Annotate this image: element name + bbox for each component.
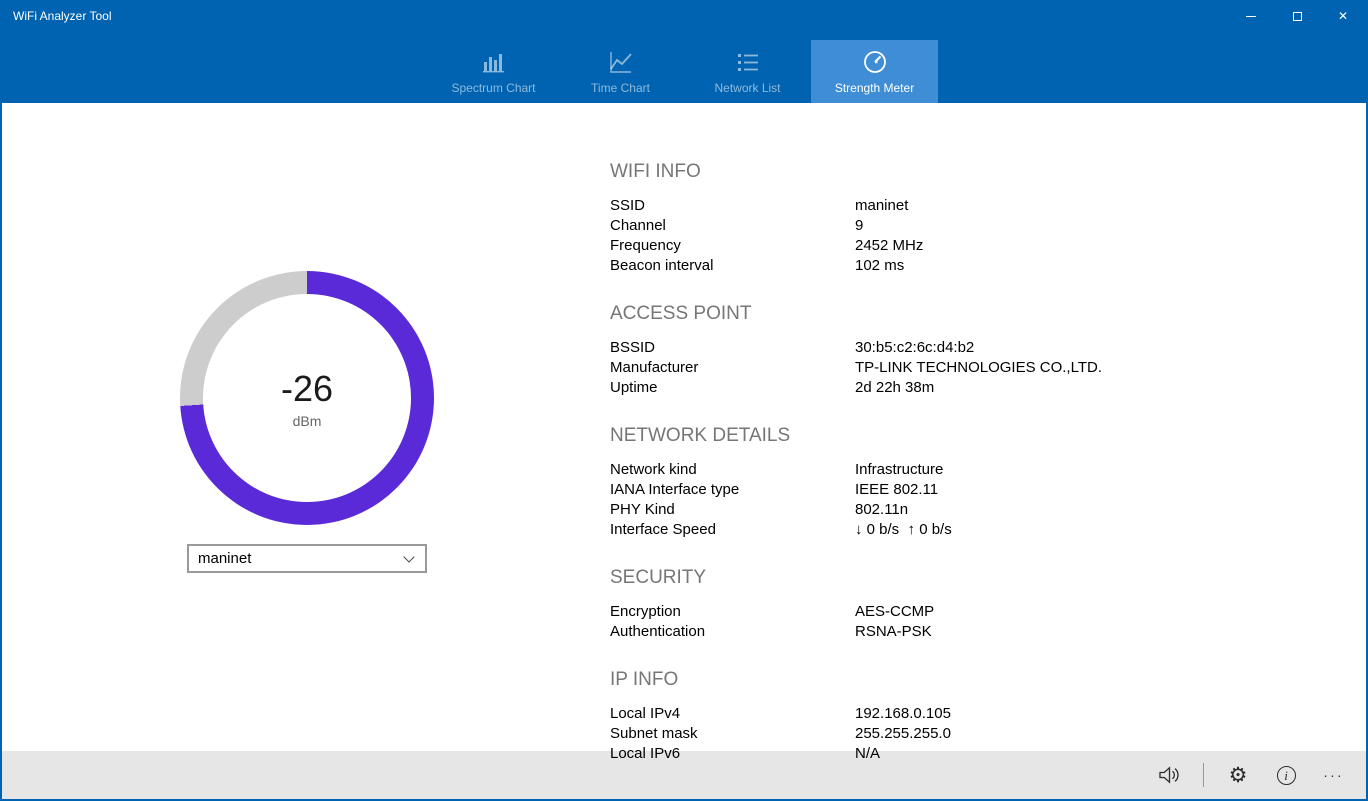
signal-strength-value: -26 (281, 368, 333, 410)
info-value: ↓ 0 b/s ↑ 0 b/s (855, 520, 1210, 540)
info-label: Frequency (610, 236, 855, 256)
info-label: IANA Interface type (610, 480, 855, 500)
info-label: Encryption (610, 602, 855, 622)
tab-label: Time Chart (591, 81, 650, 95)
maximize-button[interactable] (1274, 0, 1320, 32)
info-label: Beacon interval (610, 256, 855, 276)
info-value: 802.11n (855, 500, 1210, 520)
settings-button[interactable]: ⚙ (1214, 751, 1262, 799)
info-button[interactable]: i (1262, 751, 1310, 799)
title-bar: WiFi Analyzer Tool ✕ (2, 0, 1366, 32)
info-value: TP-LINK TECHNOLOGIES CO.,LTD. (855, 358, 1210, 378)
section-title: ACCESS POINT (610, 303, 1210, 325)
tab-label: Strength Meter (835, 81, 914, 95)
more-icon: ... (1324, 765, 1345, 779)
info-label: Local IPv6 (610, 744, 855, 764)
signal-gauge-ring: -26 dBm (180, 271, 434, 525)
info-row: Local IPv6N/A (610, 744, 1210, 764)
info-row: BSSID30:b5:c2:6c:d4:b2 (610, 338, 1210, 358)
close-button[interactable]: ✕ (1320, 0, 1366, 32)
info-row: Network kindInfrastructure (610, 460, 1210, 480)
info-row: Channel9 (610, 216, 1210, 236)
info-label: Subnet mask (610, 724, 855, 744)
minimize-icon (1246, 16, 1256, 17)
info-row: IANA Interface typeIEEE 802.11 (610, 480, 1210, 500)
info-row: ManufacturerTP-LINK TECHNOLOGIES CO.,LTD… (610, 358, 1210, 378)
info-label: SSID (610, 196, 855, 216)
info-value: maninet (855, 196, 1210, 216)
list-icon (735, 49, 761, 75)
section-title: IP INFO (610, 669, 1210, 691)
info-label: Authentication (610, 622, 855, 642)
section-title: NETWORK DETAILS (610, 425, 1210, 447)
tab-strength-meter[interactable]: Strength Meter (811, 40, 938, 103)
info-value: 102 ms (855, 256, 1210, 276)
maximize-icon (1293, 12, 1302, 21)
section-title: SECURITY (610, 567, 1210, 589)
close-icon: ✕ (1338, 10, 1348, 22)
bottom-bar-separator (1203, 763, 1204, 787)
info-value: RSNA-PSK (855, 622, 1210, 642)
line-chart-icon (608, 49, 634, 75)
minimize-button[interactable] (1228, 0, 1274, 32)
tab-time-chart[interactable]: Time Chart (557, 40, 684, 103)
gear-icon: ⚙ (1229, 765, 1248, 786)
tab-label: Network List (714, 81, 780, 95)
info-icon: i (1277, 766, 1296, 785)
main-content: -26 dBm maninet WIFI INFOSSIDmaninetChan… (2, 103, 1366, 751)
info-row: SSIDmaninet (610, 196, 1210, 216)
info-value: 30:b5:c2:6c:d4:b2 (855, 338, 1210, 358)
info-value: AES-CCMP (855, 602, 1210, 622)
chevron-down-icon (403, 551, 414, 562)
info-value: 9 (855, 216, 1210, 236)
info-value: 2d 22h 38m (855, 378, 1210, 398)
bar-chart-icon (481, 49, 507, 75)
info-row: Frequency2452 MHz (610, 236, 1210, 256)
section-title: WIFI INFO (610, 161, 1210, 183)
info-row: Uptime2d 22h 38m (610, 378, 1210, 398)
signal-gauge-block: -26 dBm maninet (180, 271, 434, 573)
info-label: BSSID (610, 338, 855, 358)
tab-label: Spectrum Chart (451, 81, 535, 95)
tab-strip: Spectrum Chart Time Chart Network List (2, 32, 1366, 103)
tab-network-list[interactable]: Network List (684, 40, 811, 103)
network-selector[interactable]: maninet (187, 544, 427, 573)
info-panel: WIFI INFO SSIDmaninetChannel9Frequency245… (610, 161, 1210, 764)
info-row: PHY Kind802.11n (610, 500, 1210, 520)
info-row: EncryptionAES-CCMP (610, 602, 1210, 622)
signal-gauge-center: -26 dBm (203, 294, 411, 502)
info-value: 2452 MHz (855, 236, 1210, 256)
info-row: Local IPv4192.168.0.105 (610, 704, 1210, 724)
signal-strength-unit: dBm (293, 413, 322, 429)
info-row: Subnet mask255.255.255.0 (610, 724, 1210, 744)
network-selector-value: maninet (198, 550, 251, 567)
info-label: Network kind (610, 460, 855, 480)
tab-spectrum-chart[interactable]: Spectrum Chart (430, 40, 557, 103)
gauge-icon (862, 49, 888, 75)
info-row: Interface Speed↓ 0 b/s ↑ 0 b/s (610, 520, 1210, 540)
window-title: WiFi Analyzer Tool (2, 9, 1228, 23)
info-label: Manufacturer (610, 358, 855, 378)
info-value: Infrastructure (855, 460, 1210, 480)
info-label: Interface Speed (610, 520, 855, 540)
window-controls: ✕ (1228, 0, 1366, 32)
info-value: IEEE 802.11 (855, 480, 1210, 500)
info-row: Beacon interval102 ms (610, 256, 1210, 276)
more-button[interactable]: ... (1310, 751, 1358, 799)
volume-icon (1158, 765, 1181, 785)
info-value: 192.168.0.105 (855, 704, 1210, 724)
info-value: 255.255.255.0 (855, 724, 1210, 744)
info-label: Local IPv4 (610, 704, 855, 724)
info-row: AuthenticationRSNA-PSK (610, 622, 1210, 642)
app-window: WiFi Analyzer Tool ✕ Spectrum Chart (0, 0, 1368, 801)
info-label: Channel (610, 216, 855, 236)
info-label: Uptime (610, 378, 855, 398)
info-label: PHY Kind (610, 500, 855, 520)
info-value: N/A (855, 744, 1210, 764)
